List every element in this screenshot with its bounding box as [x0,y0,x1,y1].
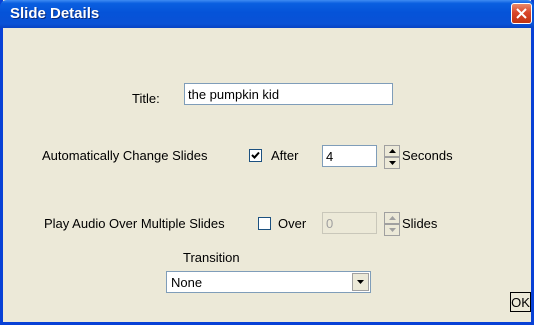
slides-unit-label: Slides [402,216,438,231]
transition-dropdown-button[interactable] [352,273,369,291]
check-icon [251,151,260,159]
slides-spinner [384,212,400,236]
seconds-unit-label: Seconds [402,148,453,163]
transition-label: Transition [183,250,240,265]
window-title: Slide Details [10,5,100,22]
seconds-spin-down[interactable] [384,157,400,169]
slides-input[interactable] [322,212,377,234]
audio-checkbox[interactable] [258,217,271,230]
slides-spin-down[interactable] [384,224,400,236]
arrow-up-icon [389,149,396,153]
chevron-down-icon [357,280,364,284]
audio-label: Play Audio Over Multiple Slides [44,216,225,231]
title-label: Title: [132,91,160,106]
auto-change-label: Automatically Change Slides [42,148,208,163]
ok-button[interactable]: OK [510,292,531,312]
close-button[interactable] [511,3,532,24]
transition-selected: None [171,275,203,290]
seconds-spin-up[interactable] [384,145,400,157]
title-input[interactable] [184,83,393,105]
transition-dropdown[interactable]: None [166,271,371,293]
slides-spin-up[interactable] [384,212,400,224]
arrow-down-icon [389,161,396,165]
arrow-down-icon [389,228,396,232]
after-label: After [271,148,299,163]
close-icon [516,8,527,19]
arrow-up-icon [389,216,396,220]
title-bar[interactable]: Slide Details [0,0,534,28]
over-label: Over [278,216,307,231]
seconds-spinner [384,145,400,169]
seconds-input[interactable] [322,145,377,167]
auto-change-checkbox[interactable] [249,149,262,162]
slide-details-dialog: Slide Details Title: Automatically Chang… [0,0,534,325]
